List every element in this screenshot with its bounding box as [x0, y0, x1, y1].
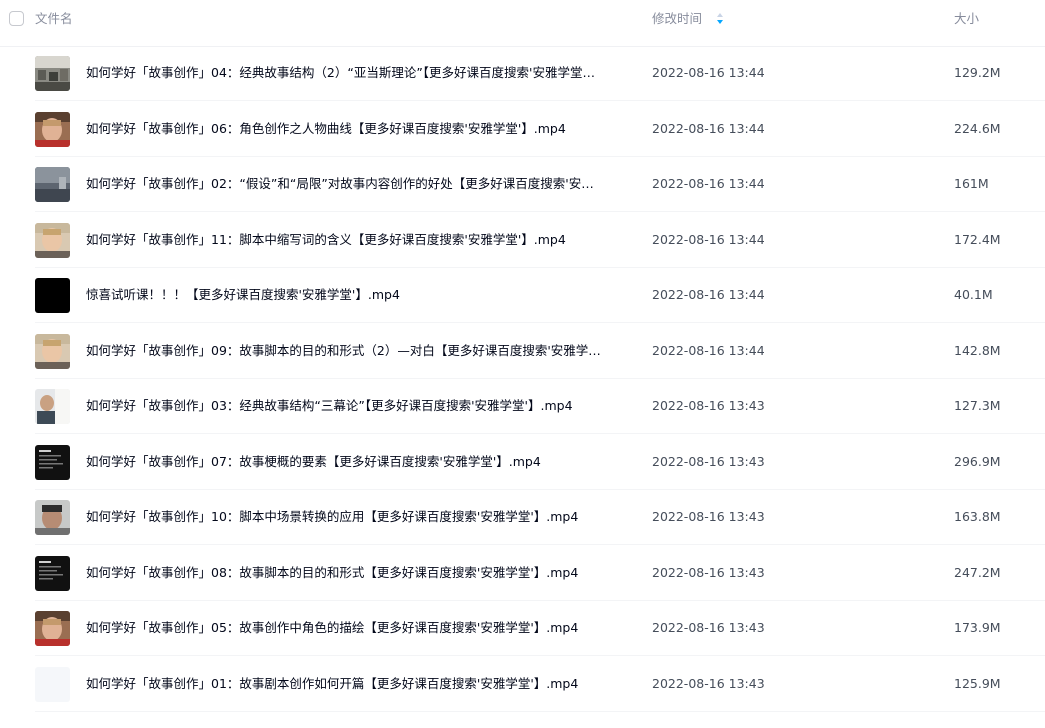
file-modified-time: 2022-08-16 13:44 — [652, 65, 765, 80]
video-thumbnail[interactable] — [35, 389, 70, 424]
file-modified-time: 2022-08-16 13:44 — [652, 176, 765, 191]
column-header-size[interactable]: 大小 — [954, 11, 979, 27]
file-size: 224.6M — [954, 120, 1001, 136]
file-size: 296.9M — [954, 453, 1001, 469]
file-row[interactable]: 如何学好「故事创作」04：经典故事结构（2）“亚当斯理论”【更多好课百度搜索'安… — [35, 46, 1045, 101]
file-list-header: 文件名 修改时间 大小 — [0, 0, 1045, 47]
file-row[interactable]: 如何学好「故事创作」02：“假设”和“局限”对故事内容创作的好处【更多好课百度搜… — [35, 157, 1045, 212]
file-size: 142.8M — [954, 342, 1001, 358]
file-modified-time: 2022-08-16 13:43 — [652, 453, 765, 469]
video-thumbnail[interactable] — [35, 167, 70, 202]
file-name[interactable]: 如何学好「故事创作」09：故事脚本的目的和形式（2）—对白【更多好课百度搜索'安… — [86, 342, 626, 360]
file-row[interactable]: 如何学好「故事创作」08：故事脚本的目的和形式【更多好课百度搜索'安雅学堂'】.… — [35, 546, 1045, 601]
file-name[interactable]: 如何学好「故事创作」05：故事创作中角色的描绘【更多好课百度搜索'安雅学堂'】.… — [86, 619, 626, 637]
file-size: 129.2M — [954, 65, 1001, 80]
file-name[interactable]: 如何学好「故事创作」11：脚本中缩写词的含义【更多好课百度搜索'安雅学堂'】.m… — [86, 231, 626, 249]
file-size: 163.8M — [954, 509, 1001, 524]
file-modified-time: 2022-08-16 13:44 — [652, 287, 765, 302]
file-row[interactable]: 如何学好「故事创作」05：故事创作中角色的描绘【更多好课百度搜索'安雅学堂'】.… — [35, 601, 1045, 656]
file-size: 172.4M — [954, 231, 1001, 247]
file-name[interactable]: 如何学好「故事创作」10：脚本中场景转换的应用【更多好课百度搜索'安雅学堂'】.… — [86, 508, 626, 526]
video-thumbnail[interactable] — [35, 278, 70, 313]
file-row[interactable]: 如何学好「故事创作」06：角色创作之人物曲线【更多好课百度搜索'安雅学堂'】.m… — [35, 102, 1045, 157]
video-thumbnail[interactable] — [35, 500, 70, 535]
file-size: 127.3M — [954, 398, 1001, 413]
select-all-checkbox[interactable] — [9, 11, 24, 26]
video-thumbnail[interactable] — [35, 611, 70, 646]
file-size: 173.9M — [954, 620, 1001, 635]
file-name[interactable]: 如何学好「故事创作」06：角色创作之人物曲线【更多好课百度搜索'安雅学堂'】.m… — [86, 120, 626, 138]
video-thumbnail[interactable] — [35, 56, 70, 91]
file-size: 40.1M — [954, 287, 993, 302]
file-name[interactable]: 惊喜试听课！！！【更多好课百度搜索'安雅学堂'】.mp4 — [86, 286, 626, 304]
file-modified-time: 2022-08-16 13:43 — [652, 675, 765, 691]
file-modified-time: 2022-08-16 13:44 — [652, 231, 765, 247]
file-modified-time: 2022-08-16 13:43 — [652, 564, 765, 580]
file-row[interactable]: 如何学好「故事创作」01：故事剧本创作如何开篇【更多好课百度搜索'安雅学堂'】.… — [35, 657, 1045, 712]
file-modified-time: 2022-08-16 13:43 — [652, 509, 765, 524]
file-row[interactable]: 如何学好「故事创作」09：故事脚本的目的和形式（2）—对白【更多好课百度搜索'安… — [35, 324, 1045, 379]
file-name[interactable]: 如何学好「故事创作」03：经典故事结构“三幕论”【更多好课百度搜索'安雅学堂'】… — [86, 397, 626, 415]
file-row[interactable]: 如何学好「故事创作」03：经典故事结构“三幕论”【更多好课百度搜索'安雅学堂'】… — [35, 379, 1045, 434]
file-name[interactable]: 如何学好「故事创作」07：故事梗概的要素【更多好课百度搜索'安雅学堂'】.mp4 — [86, 453, 626, 471]
file-row[interactable]: 如何学好「故事创作」11：脚本中缩写词的含义【更多好课百度搜索'安雅学堂'】.m… — [35, 213, 1045, 268]
file-row[interactable]: 如何学好「故事创作」10：脚本中场景转换的应用【更多好课百度搜索'安雅学堂'】.… — [35, 490, 1045, 545]
file-name[interactable]: 如何学好「故事创作」02：“假设”和“局限”对故事内容创作的好处【更多好课百度搜… — [86, 175, 626, 193]
file-size: 161M — [954, 176, 989, 191]
file-modified-time: 2022-08-16 13:44 — [652, 120, 765, 136]
file-row[interactable]: 惊喜试听课！！！【更多好课百度搜索'安雅学堂'】.mp4 2022-08-16 1… — [35, 268, 1045, 323]
video-thumbnail[interactable] — [35, 444, 70, 480]
column-header-name[interactable]: 文件名 — [35, 11, 73, 27]
file-size: 125.9M — [954, 675, 1001, 691]
sort-icon[interactable] — [716, 12, 724, 25]
video-thumbnail[interactable] — [35, 222, 70, 258]
video-thumbnail[interactable] — [35, 333, 70, 369]
file-modified-time: 2022-08-16 13:43 — [652, 620, 765, 635]
video-thumbnail[interactable] — [35, 555, 70, 591]
video-thumbnail[interactable] — [35, 111, 70, 147]
file-row[interactable]: 如何学好「故事创作」07：故事梗概的要素【更多好课百度搜索'安雅学堂'】.mp4… — [35, 435, 1045, 490]
file-modified-time: 2022-08-16 13:44 — [652, 342, 765, 358]
file-name[interactable]: 如何学好「故事创作」04：经典故事结构（2）“亚当斯理论”【更多好课百度搜索'安… — [86, 64, 626, 82]
file-size: 247.2M — [954, 564, 1001, 580]
video-thumbnail[interactable] — [35, 666, 70, 702]
file-name[interactable]: 如何学好「故事创作」08：故事脚本的目的和形式【更多好课百度搜索'安雅学堂'】.… — [86, 564, 626, 582]
file-name[interactable]: 如何学好「故事创作」01：故事剧本创作如何开篇【更多好课百度搜索'安雅学堂'】.… — [86, 675, 626, 693]
file-modified-time: 2022-08-16 13:43 — [652, 398, 765, 413]
column-header-modified[interactable]: 修改时间 — [652, 11, 702, 27]
